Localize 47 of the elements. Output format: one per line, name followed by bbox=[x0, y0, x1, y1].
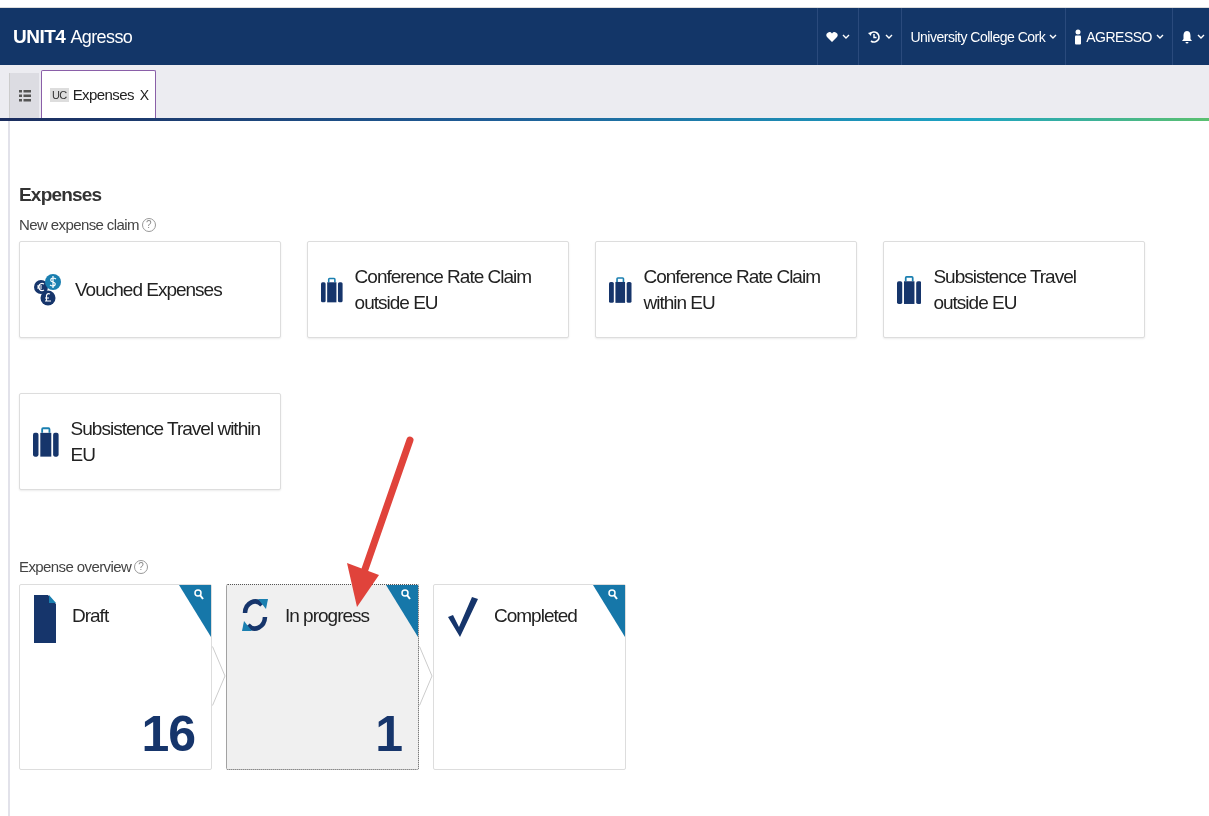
claim-label: Conference Rate Claim outside EU bbox=[354, 264, 533, 315]
suitcase-icon bbox=[33, 424, 59, 459]
close-icon[interactable]: X bbox=[139, 86, 149, 103]
tile-label: Completed bbox=[494, 605, 577, 627]
tile-label: In progress bbox=[285, 605, 370, 627]
tab-badge: UC bbox=[50, 87, 69, 102]
tab[interactable]: UC Expenses X bbox=[41, 70, 156, 118]
caret-icon bbox=[1156, 33, 1164, 40]
claim-card[interactable]: Conference Rate Claim within EU bbox=[595, 241, 857, 338]
section-heading: Expense overview bbox=[19, 558, 132, 575]
document-icon bbox=[34, 595, 56, 643]
chevron-icon bbox=[212, 646, 226, 706]
search-icon[interactable] bbox=[593, 585, 625, 637]
logo: UNIT4 bbox=[13, 25, 66, 48]
currency-icon bbox=[33, 272, 63, 307]
claim-card[interactable]: Subsistence Travel within EU bbox=[19, 393, 281, 490]
search-icon[interactable] bbox=[386, 585, 418, 637]
tab-label: Expenses bbox=[72, 86, 134, 103]
caret-icon bbox=[842, 33, 851, 40]
tile-count: 16 bbox=[141, 705, 196, 764]
menu-icon bbox=[18, 89, 31, 102]
tile-label: Draft bbox=[72, 605, 109, 627]
claim-card[interactable]: Vouched Expenses bbox=[19, 241, 281, 338]
product-name: Agresso bbox=[70, 26, 133, 48]
claim-card[interactable]: Subsistence Travel outside EU bbox=[883, 241, 1145, 338]
claim-label: Subsistence Travel outside EU bbox=[933, 264, 1077, 315]
chevron-icon bbox=[419, 646, 433, 706]
heart-icon bbox=[826, 30, 839, 43]
bell-icon bbox=[1181, 29, 1193, 44]
section-heading: New expense claim bbox=[19, 216, 139, 233]
overview-tile[interactable]: In progress 1 bbox=[226, 584, 419, 770]
claim-card[interactable]: Conference Rate Claim outside EU bbox=[307, 241, 569, 338]
page-title: Expenses bbox=[19, 184, 103, 206]
caret-icon bbox=[885, 33, 894, 40]
check-icon bbox=[448, 595, 478, 637]
claim-label: Conference Rate Claim within EU bbox=[643, 264, 821, 315]
menu-button[interactable] bbox=[9, 73, 39, 118]
caret-icon bbox=[1197, 33, 1205, 40]
tile-count: 1 bbox=[375, 705, 403, 764]
user-icon bbox=[1074, 28, 1083, 45]
caret-icon bbox=[1049, 33, 1058, 40]
search-icon[interactable] bbox=[179, 585, 211, 637]
history-icon bbox=[867, 29, 882, 44]
claim-label: Subsistence Travel within EU bbox=[70, 416, 261, 467]
overview-tile[interactable]: Completed bbox=[433, 584, 626, 770]
claim-label: Vouched Expenses bbox=[75, 277, 222, 302]
overview-tile[interactable]: Draft 16 bbox=[19, 584, 212, 770]
